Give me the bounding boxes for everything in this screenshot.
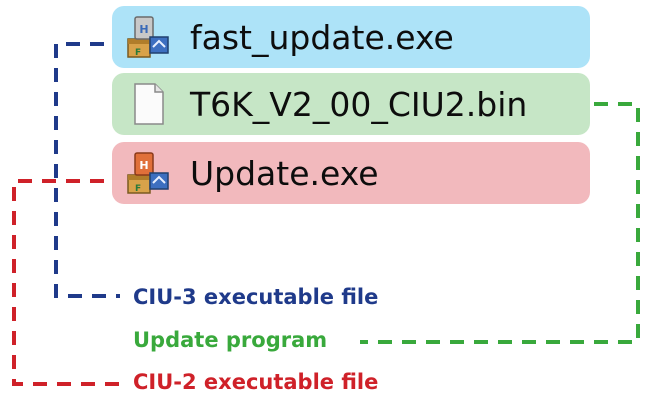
installer-exe-icon: H F: [122, 147, 174, 199]
svg-text:H: H: [139, 23, 148, 36]
svg-text:F: F: [135, 184, 141, 194]
ciu2-executable-label: CIU-2 executable file: [133, 370, 379, 394]
update-program-label: Update program: [133, 328, 328, 352]
svg-text:F: F: [135, 48, 141, 58]
file-name: Update.exe: [190, 153, 379, 193]
file-row-ciu2-bin[interactable]: T6K_V2_00_CIU2.bin: [112, 73, 590, 135]
green-connector-line: [360, 102, 640, 344]
file-row-update[interactable]: H F Update.exe: [112, 142, 590, 204]
file-row-fast-update[interactable]: H F fast_update.exe: [112, 6, 590, 68]
file-name: fast_update.exe: [190, 17, 454, 57]
file-name: T6K_V2_00_CIU2.bin: [190, 84, 528, 124]
blue-connector-line: [54, 42, 120, 298]
red-connector-line: [12, 179, 120, 386]
ciu3-executable-label: CIU-3 executable file: [133, 285, 379, 309]
blank-file-icon: [122, 78, 174, 130]
svg-text:H: H: [139, 159, 148, 172]
installer-exe-icon: H F: [122, 11, 174, 63]
